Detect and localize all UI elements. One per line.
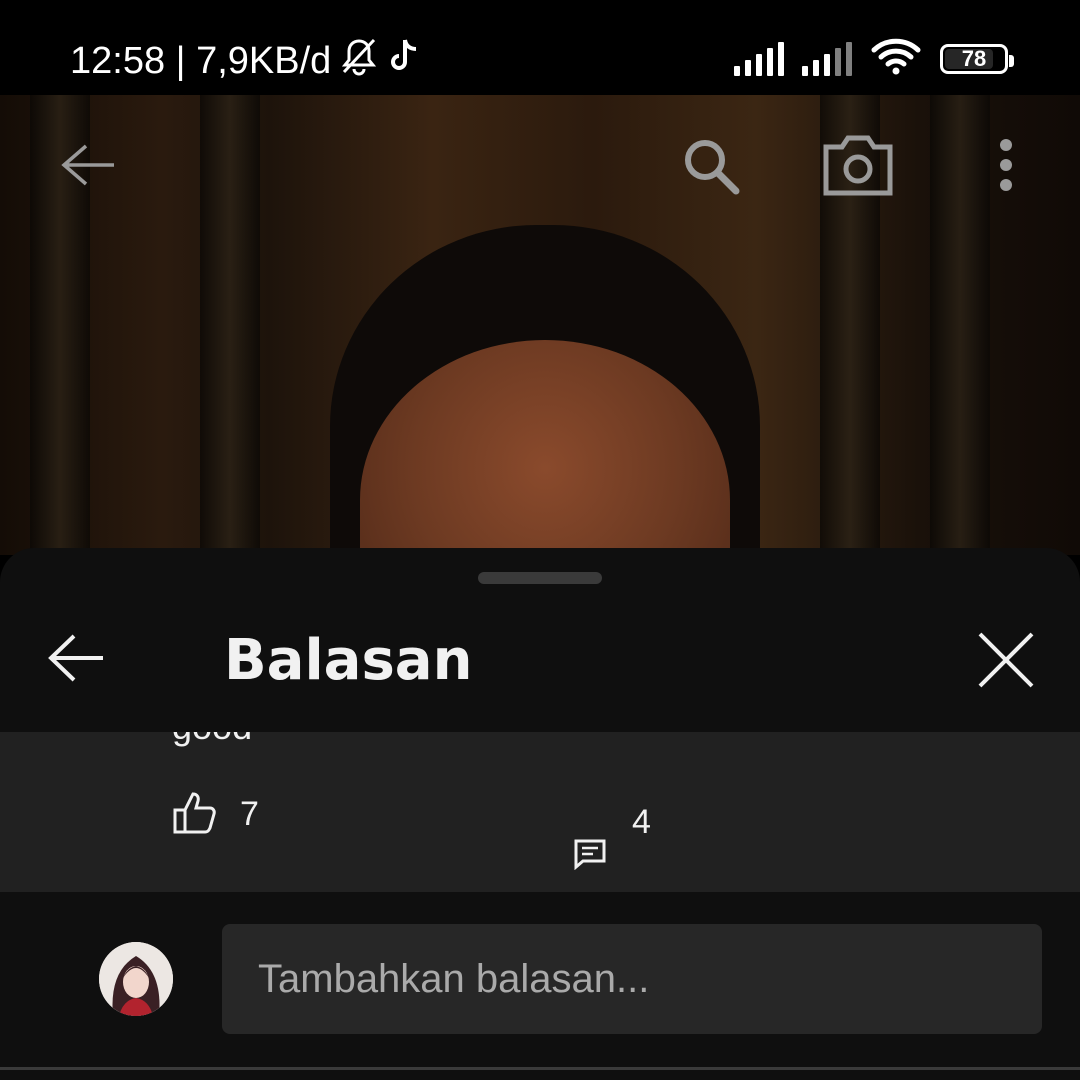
more-vertical-icon[interactable] [990, 135, 1022, 195]
status-bar: 12:58 | 7,9KB/d 78 [0, 0, 1080, 95]
reply-count: 4 [632, 803, 651, 841]
signal-icon [734, 41, 784, 76]
status-time-speed: 12:58 | 7,9KB/d [70, 39, 332, 82]
drag-handle[interactable] [478, 572, 602, 584]
video-toolbar [0, 95, 1080, 235]
camera-icon[interactable] [820, 131, 896, 199]
battery-level: 78 [961, 45, 987, 71]
status-left: 12:58 | 7,9KB/d [70, 36, 423, 86]
battery-icon: 78 [940, 43, 1014, 74]
like-button[interactable]: 7 [172, 790, 259, 839]
search-icon[interactable] [678, 133, 744, 199]
sheet-title: Balasan [224, 628, 473, 693]
user-avatar [99, 942, 173, 1016]
wifi-icon [870, 36, 922, 81]
reply-input[interactable] [222, 924, 1042, 1034]
replies-sheet: Balasan good 7 4 [0, 548, 1080, 1080]
comment-item: good 7 4 [0, 732, 1080, 892]
reply-bar [0, 892, 1080, 1080]
mute-bell-icon [339, 36, 379, 86]
like-count: 7 [240, 795, 259, 833]
reply-icon[interactable] [572, 836, 608, 872]
status-right: 78 [734, 36, 1014, 81]
sheet-header: Balasan [0, 608, 1080, 732]
divider [0, 1067, 1080, 1070]
tiktok-icon [387, 36, 423, 86]
back-arrow-icon[interactable] [56, 133, 120, 197]
signal-icon [802, 41, 852, 76]
back-arrow-icon[interactable] [44, 628, 108, 688]
thumbs-up-icon [172, 790, 218, 839]
close-icon[interactable] [974, 628, 1038, 692]
comment-text: good [172, 732, 252, 748]
